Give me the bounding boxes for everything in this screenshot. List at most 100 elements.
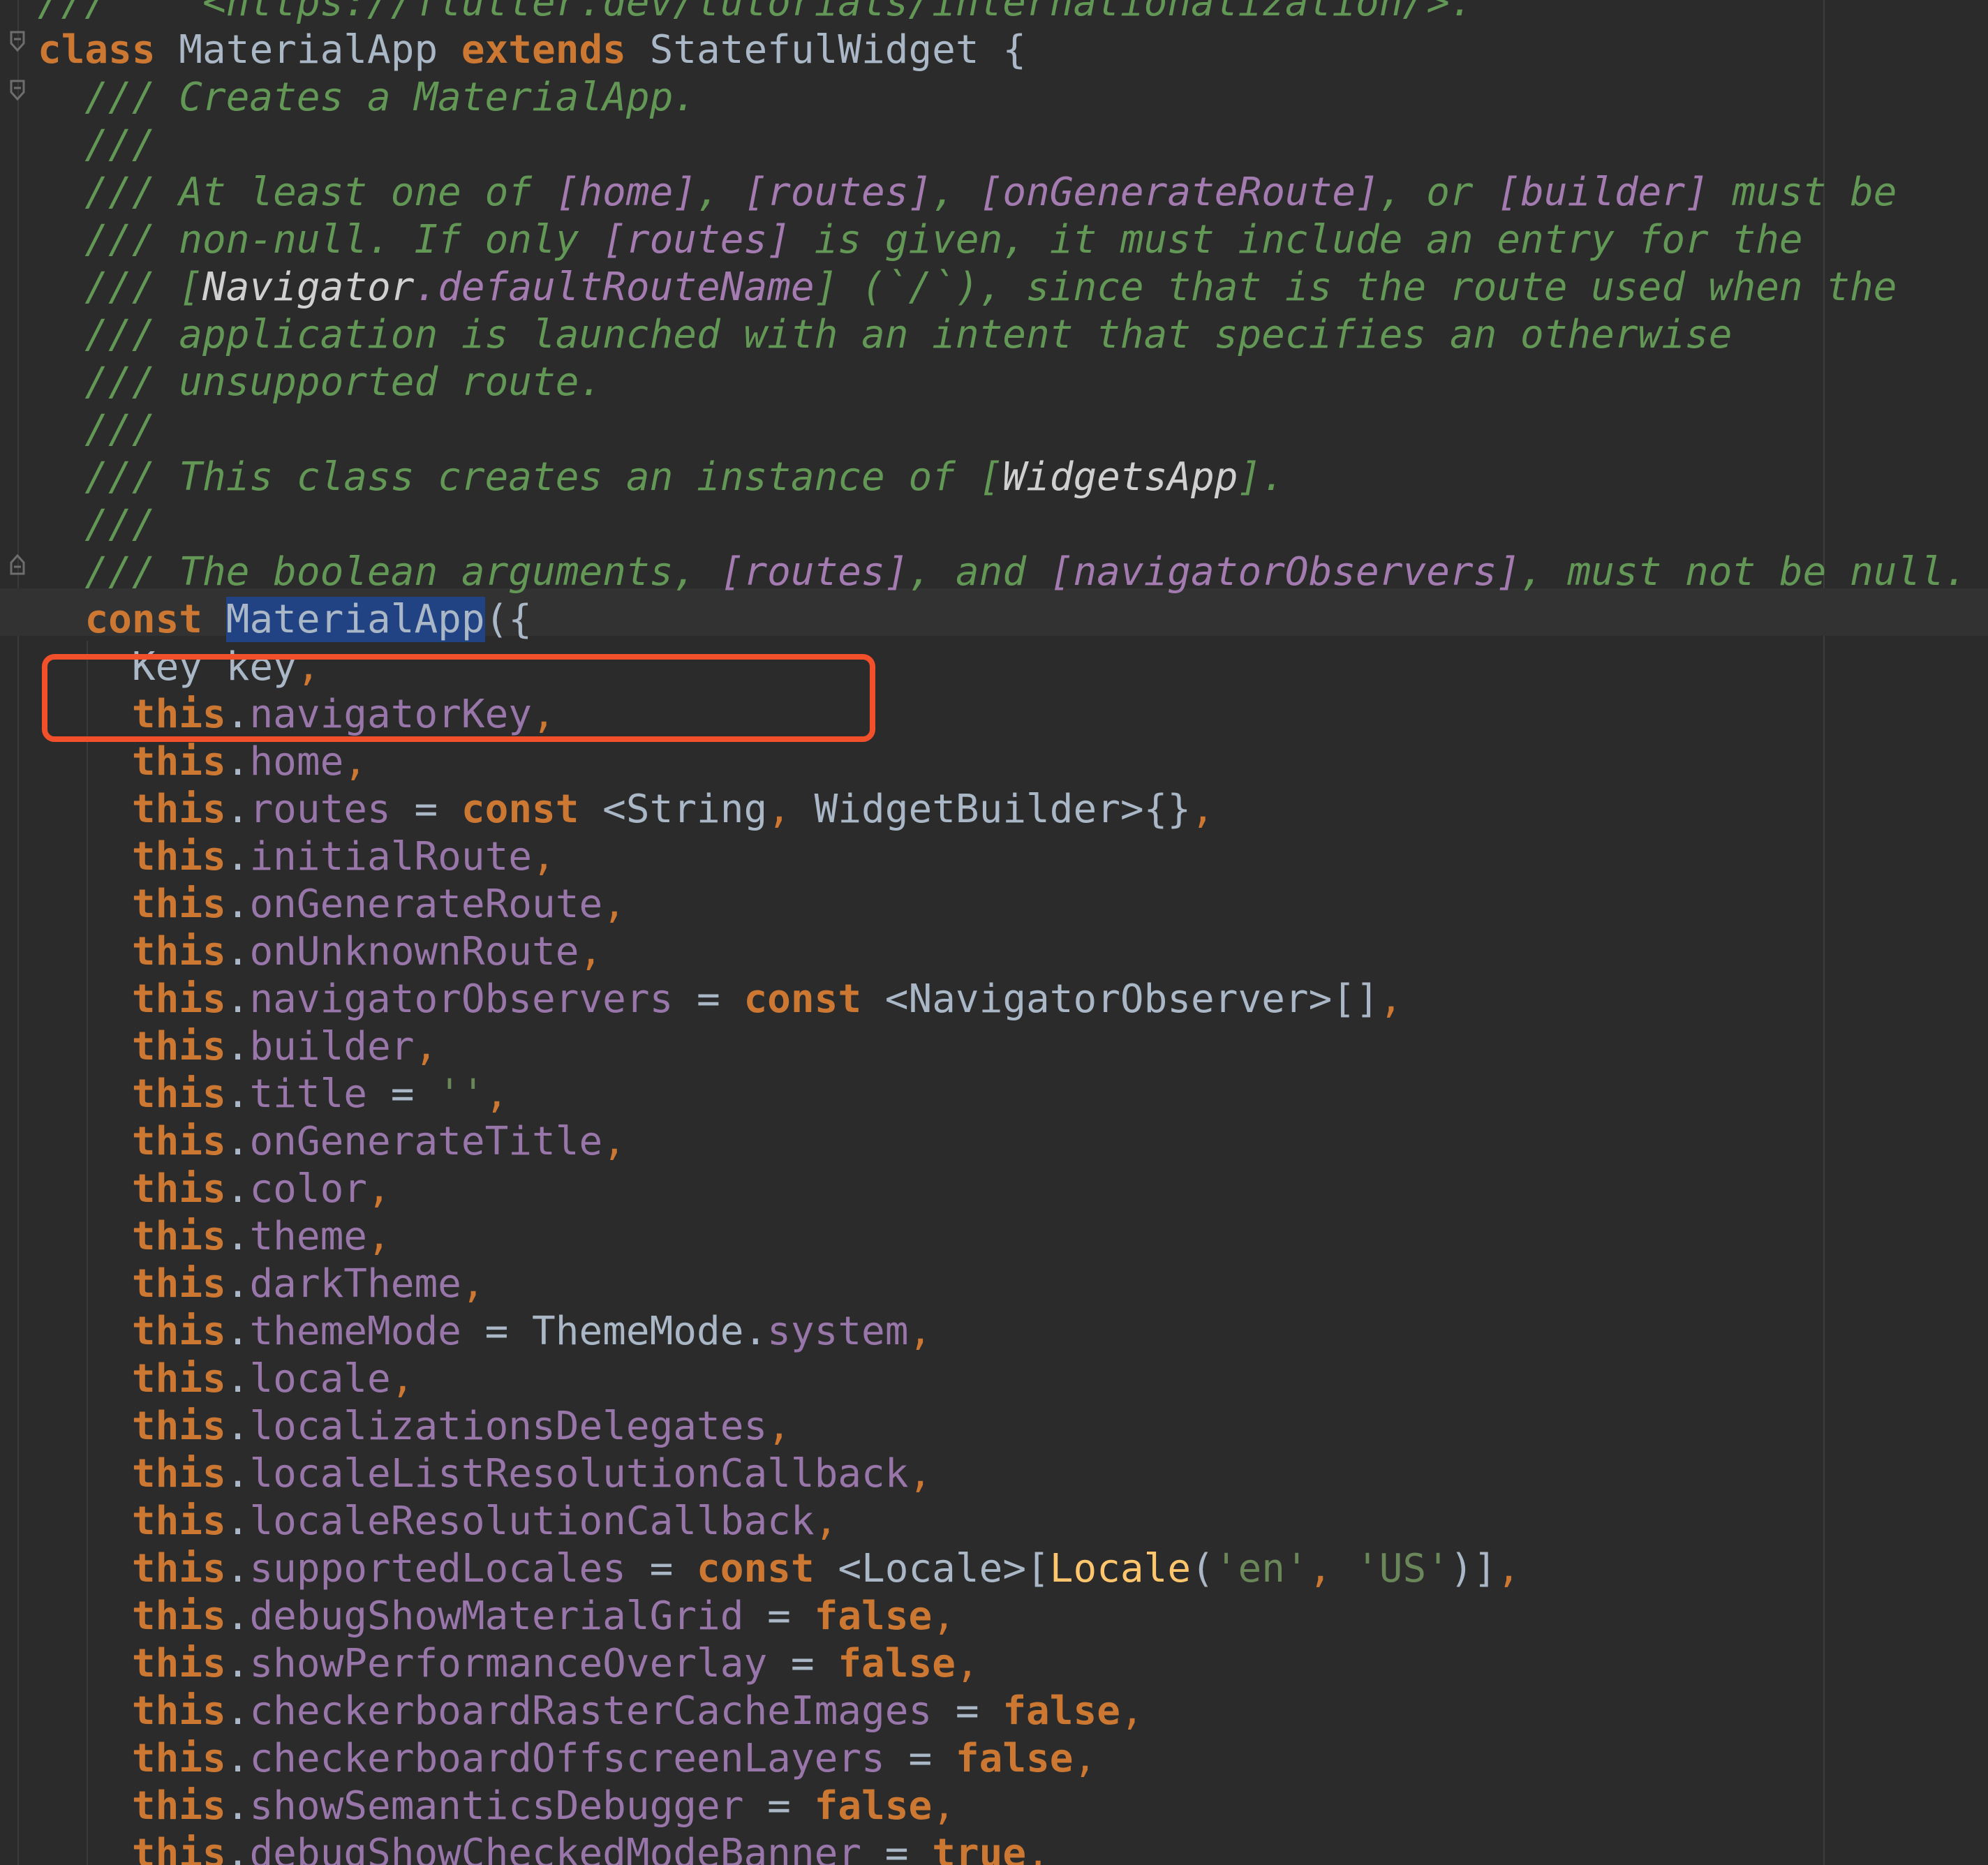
code-token: =	[861, 1831, 933, 1865]
code-token: ,	[1497, 1546, 1521, 1591]
code-token: , or	[1379, 170, 1497, 215]
code-token: ,	[932, 170, 979, 215]
code-token: (	[1191, 1546, 1215, 1591]
code-token: /// non-null. If only	[38, 217, 603, 262]
code-token: ,	[484, 1071, 509, 1117]
code-token: WidgetsApp	[1002, 454, 1238, 500]
code-line[interactable]: this.darkTheme,	[38, 1261, 1968, 1308]
code-token: debugShowMaterialGrid	[249, 1593, 744, 1639]
code-line[interactable]: this.onUnknownRoute,	[38, 928, 1968, 976]
code-line[interactable]: this.supportedLocales = const <Locale>[L…	[38, 1545, 1968, 1593]
code-line[interactable]: ///	[38, 501, 1968, 549]
source-code[interactable]: /// <https://flutter.dev/tutorials/inter…	[38, 0, 1968, 1865]
code-line[interactable]: /// At least one of [home], [routes], [o…	[38, 169, 1968, 216]
code-token: .	[225, 929, 250, 974]
code-token: darkTheme	[249, 1261, 461, 1307]
code-token: false	[1002, 1688, 1120, 1734]
code-token: true	[932, 1831, 1027, 1865]
code-line[interactable]: this.showSemanticsDebugger = false,	[38, 1783, 1968, 1830]
fold-toggle-icon[interactable]	[7, 29, 28, 53]
code-line[interactable]: this.debugShowMaterialGrid = false,	[38, 1593, 1968, 1640]
code-token: this	[131, 929, 226, 974]
code-token: ,	[579, 929, 603, 974]
code-line[interactable]: this.home,	[38, 738, 1968, 786]
code-line[interactable]: this.locale,	[38, 1355, 1968, 1403]
code-line[interactable]: this.localeResolutionCallback,	[38, 1498, 1968, 1545]
code-token: /// The boolean arguments,	[38, 549, 720, 595]
code-line[interactable]: this.localeListResolutionCallback,	[38, 1450, 1968, 1498]
code-line[interactable]: /// This class creates an instance of [W…	[38, 454, 1968, 501]
code-token: this	[131, 1404, 226, 1449]
code-line[interactable]: this.initialRoute,	[38, 833, 1968, 881]
code-token: =	[932, 1688, 1003, 1734]
code-line[interactable]: /// non-null. If only [routes] is given,…	[38, 216, 1968, 264]
code-token: /// At least one of	[38, 170, 556, 215]
code-token: false	[955, 1736, 1074, 1781]
code-line[interactable]: /// application is launched with an inte…	[38, 311, 1968, 359]
code-line[interactable]: this.title = '',	[38, 1071, 1968, 1118]
code-token: checkerboardOffscreenLayers	[249, 1736, 885, 1781]
code-token: must be	[1708, 170, 1897, 215]
code-line[interactable]: this.onGenerateRoute,	[38, 881, 1968, 928]
code-token: .	[225, 1261, 250, 1307]
code-token: <String	[579, 787, 768, 832]
code-line[interactable]: this.themeMode = ThemeMode.system,	[38, 1308, 1968, 1355]
code-line[interactable]: this.showPerformanceOverlay = false,	[38, 1640, 1968, 1688]
code-token: <NavigatorObserver>[]	[861, 976, 1379, 1022]
code-token: localeListResolutionCallback	[249, 1451, 909, 1496]
code-token: /// [	[38, 265, 203, 310]
code-line[interactable]: this.builder,	[38, 1023, 1968, 1071]
code-token: .	[225, 1593, 250, 1639]
code-token: this	[131, 882, 226, 927]
code-line[interactable]: /// Creates a MaterialApp.	[38, 74, 1968, 121]
code-token: .	[225, 882, 250, 927]
code-line[interactable]: this.checkerboardRasterCacheImages = fal…	[38, 1688, 1968, 1735]
fold-toggle-icon[interactable]	[7, 553, 28, 577]
code-line[interactable]: const MaterialApp({	[38, 596, 1968, 644]
fold-toggle-icon[interactable]	[7, 78, 28, 102]
code-token: false	[814, 1783, 933, 1829]
code-token: this	[131, 1736, 226, 1781]
code-token: locale	[249, 1356, 391, 1402]
code-token: 'US'	[1356, 1546, 1450, 1591]
code-line[interactable]: class MaterialApp extends StatefulWidget…	[38, 27, 1968, 74]
code-line[interactable]: this.onGenerateTitle,	[38, 1118, 1968, 1166]
code-line[interactable]: /// [Navigator.defaultRouteName] (`/`), …	[38, 264, 1968, 311]
code-token: =	[767, 1641, 838, 1686]
code-line[interactable]: /// unsupported route.	[38, 359, 1968, 406]
code-line[interactable]: this.debugShowCheckedModeBanner = true,	[38, 1830, 1968, 1865]
code-line[interactable]: /// <https://flutter.dev/tutorials/inter…	[38, 0, 1968, 27]
code-token: .	[225, 1166, 250, 1212]
code-token: ///	[38, 122, 156, 168]
code-token: .	[225, 1214, 250, 1259]
code-token: this	[131, 1783, 226, 1829]
code-token: ,	[367, 1214, 391, 1259]
code-line[interactable]: ///	[38, 121, 1968, 169]
code-token: ,	[814, 1499, 838, 1544]
code-line[interactable]: this.checkerboardOffscreenLayers = false…	[38, 1735, 1968, 1783]
code-line[interactable]: this.theme,	[38, 1213, 1968, 1261]
code-line[interactable]: this.navigatorObservers = const <Navigat…	[38, 976, 1968, 1023]
code-token: .	[225, 1688, 250, 1734]
code-line[interactable]: this.color,	[38, 1166, 1968, 1213]
code-line[interactable]: this.routes = const <String, WidgetBuild…	[38, 786, 1968, 833]
code-editor[interactable]: /// <https://flutter.dev/tutorials/inter…	[0, 0, 1988, 1865]
code-token: false	[838, 1641, 956, 1686]
code-token: ,	[955, 1641, 979, 1686]
code-token: , and	[908, 549, 1050, 595]
code-token: ,	[697, 170, 744, 215]
code-line[interactable]: /// The boolean arguments, [routes], and…	[38, 549, 1968, 596]
code-token: ,	[602, 882, 626, 927]
editor-gutter[interactable]	[0, 0, 32, 1865]
code-line[interactable]: ///	[38, 406, 1968, 454]
code-token: /// unsupported route.	[38, 359, 603, 405]
code-token: this	[131, 1356, 226, 1402]
code-token: .	[225, 1736, 250, 1781]
code-line[interactable]: this.localizationsDelegates,	[38, 1403, 1968, 1450]
code-token: , must not be null.	[1520, 549, 1968, 595]
